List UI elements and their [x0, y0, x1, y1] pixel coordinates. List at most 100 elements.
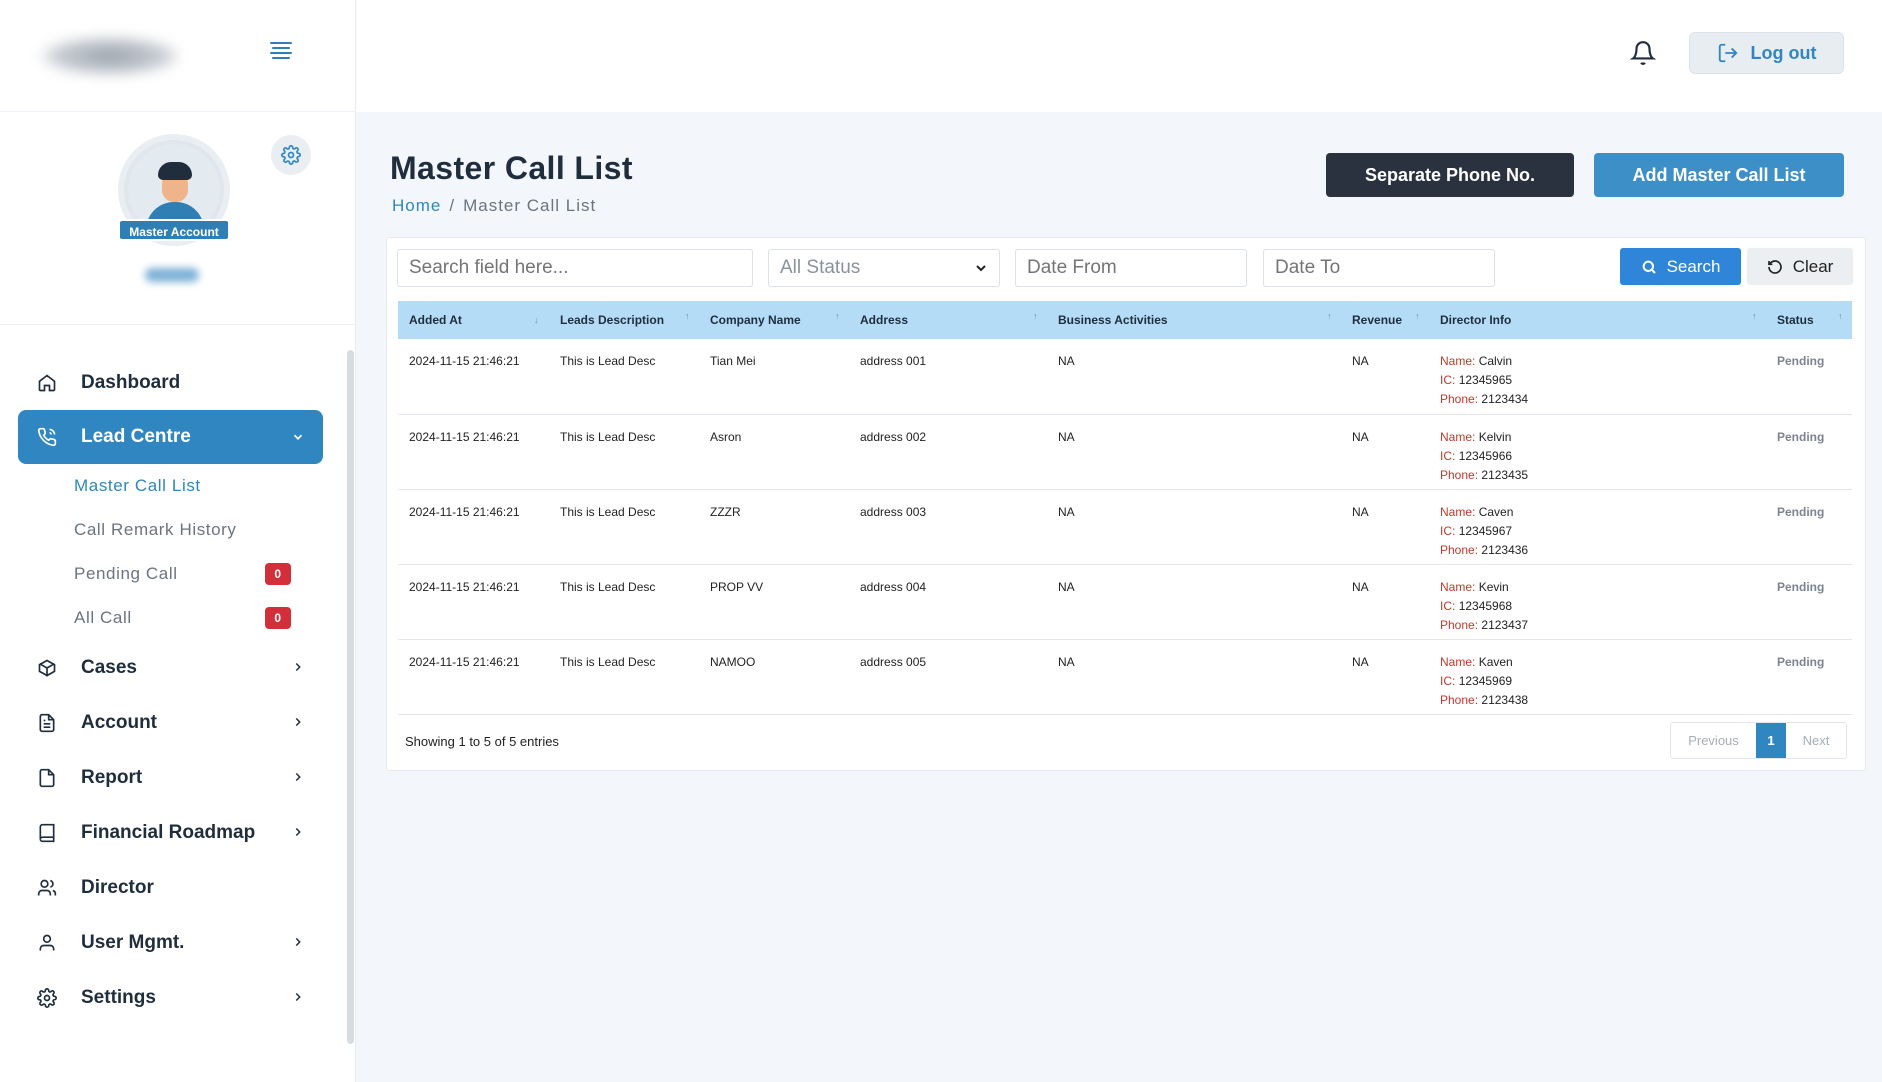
sidebar-item-label: Lead Centre	[81, 426, 191, 447]
sort-icon: ↑	[1752, 311, 1757, 321]
table-row[interactable]: 2024-11-15 21:46:21 This is Lead Desc NA…	[398, 639, 1852, 714]
sidebar-item-settings[interactable]: Settings	[18, 970, 323, 1025]
clear-button[interactable]: Clear	[1747, 248, 1853, 285]
username	[145, 268, 199, 282]
logout-button[interactable]: Log out	[1689, 32, 1844, 74]
page-title: Master Call List	[390, 150, 633, 186]
master-call-list-card: All Status Search Clear Added At↓ Leads …	[386, 237, 1866, 771]
cell-added-at: 2024-11-15 21:46:21	[409, 504, 520, 519]
chevron-down-icon	[291, 428, 305, 450]
column-header-status[interactable]: Status ↑	[1766, 301, 1852, 339]
cell-company: Asron	[710, 429, 742, 444]
box-icon	[36, 657, 58, 679]
column-header-company-name[interactable]: Company Name ↑	[699, 301, 849, 339]
search-input[interactable]	[397, 249, 753, 287]
cell-company: ZZZR	[710, 504, 741, 519]
separate-phone-button[interactable]: Separate Phone No.	[1326, 153, 1574, 197]
status-badge: Pending	[1777, 354, 1825, 368]
sort-desc-icon: ↓	[534, 315, 539, 325]
sort-icon: ↑	[1327, 311, 1332, 321]
table-row[interactable]: 2024-11-15 21:46:21 This is Lead Desc Ti…	[398, 339, 1852, 414]
search-button[interactable]: Search	[1620, 248, 1741, 285]
sidebar-item-label: Settings	[81, 986, 156, 1008]
table-row[interactable]: 2024-11-15 21:46:21 This is Lead Desc ZZ…	[398, 489, 1852, 564]
sidebar-item-lead-centre[interactable]: Lead Centre	[18, 410, 323, 464]
cell-added-at: 2024-11-15 21:46:21	[409, 354, 520, 368]
previous-page-button[interactable]: Previous	[1671, 723, 1756, 758]
logout-icon	[1718, 43, 1738, 63]
sidebar-item-cases[interactable]: Cases	[18, 640, 323, 695]
bell-icon[interactable]	[1629, 40, 1658, 68]
column-header-director-info[interactable]: Director Info ↑	[1429, 301, 1766, 339]
column-header-address[interactable]: Address ↑	[849, 301, 1047, 339]
sort-icon: ↑	[1838, 311, 1843, 321]
column-header-leads-description[interactable]: Leads Description ↑	[549, 301, 699, 339]
cell-added-at: 2024-11-15 21:46:21	[409, 579, 520, 594]
sidebar-item-account[interactable]: Account	[18, 695, 323, 750]
search-icon	[1642, 260, 1656, 274]
status-badge: Pending	[1777, 579, 1825, 594]
reset-icon	[1767, 259, 1782, 274]
status-badge: Pending	[1777, 654, 1825, 669]
sidebar-item-dashboard[interactable]: Dashboard	[18, 355, 323, 410]
cell-revenue: NA	[1352, 579, 1369, 594]
sidebar-subitem-call-remark-history[interactable]: Call Remark History	[18, 508, 323, 552]
cell-address: address 005	[860, 654, 927, 669]
sidebar-item-director[interactable]: Director	[18, 860, 323, 915]
breadcrumb: Home / Master Call List	[392, 196, 596, 216]
sidebar-item-financial-roadmap[interactable]: Financial Roadmap	[18, 805, 323, 860]
sidebar-item-label: Dashboard	[81, 371, 181, 393]
entries-info: Showing 1 to 5 of 5 entries	[405, 734, 559, 749]
master-call-table: Added At ↓ Leads Description ↑ Company Nam…	[398, 301, 1852, 715]
file-icon	[36, 767, 58, 789]
sidebar-item-label: Financial Roadmap	[81, 821, 256, 843]
gear-icon	[36, 987, 58, 1009]
chevron-right-icon	[291, 658, 305, 680]
cell-company: NAMOO	[710, 654, 756, 669]
cell-business: NA	[1058, 504, 1075, 519]
cell-revenue: NA	[1352, 354, 1369, 368]
column-header-business-activities[interactable]: Business Activities ↑	[1047, 301, 1341, 339]
status-select[interactable]: All Status	[768, 249, 1000, 287]
next-page-button[interactable]: Next	[1786, 723, 1846, 758]
table-row[interactable]: 2024-11-15 21:46:21 This is Lead Desc PR…	[398, 564, 1852, 639]
home-icon	[36, 372, 58, 394]
table-header-row: Added At ↓ Leads Description ↑ Company Nam…	[398, 301, 1852, 339]
column-header-added-at[interactable]: Added At ↓	[398, 301, 549, 339]
add-master-call-list-button[interactable]: Add Master Call List	[1594, 153, 1844, 197]
cell-revenue: NA	[1352, 429, 1369, 444]
chevron-right-icon	[291, 823, 305, 845]
cell-added-at: 2024-11-15 21:46:21	[409, 654, 520, 669]
logo-area	[0, 0, 355, 112]
column-header-revenue[interactable]: Revenue ↑	[1341, 301, 1429, 339]
cell-added-at: 2024-11-15 21:46:21	[409, 429, 520, 444]
sidebar: Master Account Dashboard Lead Centre Mas…	[0, 0, 356, 1082]
breadcrumb-home-link[interactable]: Home	[392, 196, 441, 215]
cell-address: address 003	[860, 504, 927, 519]
chevron-down-icon	[976, 265, 986, 272]
sidebar-scrollbar[interactable]	[347, 350, 354, 1044]
cell-director-info: Name: Caven IC: 12345967 Phone: 2123436	[1440, 504, 1529, 557]
page-1-button[interactable]: 1	[1756, 723, 1786, 758]
chevron-right-icon	[291, 713, 305, 735]
cell-business: NA	[1058, 429, 1075, 444]
table-row[interactable]: 2024-11-15 21:46:21 This is Lead Desc As…	[398, 414, 1852, 489]
menu-toggle-icon[interactable]	[270, 42, 294, 62]
date-from-input[interactable]	[1015, 249, 1247, 287]
cell-description: This is Lead Desc	[560, 654, 656, 669]
sidebar-item-label: Director	[81, 876, 154, 898]
count-badge: 0	[265, 563, 291, 585]
profile-settings-gear-icon[interactable]	[271, 135, 311, 175]
sidebar-subitem-master-call-list[interactable]: Master Call List	[18, 464, 323, 508]
status-badge: Pending	[1777, 429, 1825, 444]
sidebar-item-user-mgmt[interactable]: User Mgmt.	[18, 915, 323, 970]
logo[interactable]	[40, 35, 180, 76]
sidebar-item-label: User Mgmt.	[81, 931, 185, 953]
sidebar-subitem-all-call[interactable]: All Call 0	[18, 596, 323, 640]
cell-address: address 002	[860, 429, 927, 444]
date-to-input[interactable]	[1263, 249, 1495, 287]
sidebar-item-report[interactable]: Report	[18, 750, 323, 805]
document-icon	[36, 712, 58, 734]
sidebar-subitem-pending-call[interactable]: Pending Call 0	[18, 552, 323, 596]
cell-business: NA	[1058, 579, 1075, 594]
